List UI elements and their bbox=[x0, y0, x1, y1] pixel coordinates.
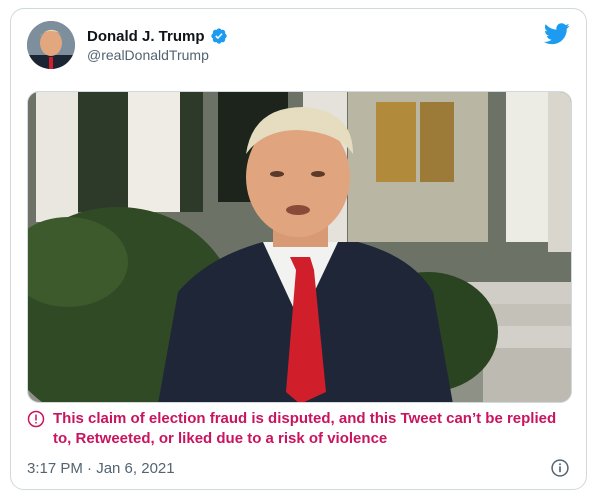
tweet-footer: 3:17 PM · Jan 6, 2021 bbox=[27, 457, 570, 479]
avatar[interactable] bbox=[27, 21, 75, 69]
twitter-bird-icon[interactable] bbox=[544, 23, 570, 45]
avatar-image bbox=[27, 21, 75, 69]
author-name[interactable]: Donald J. Trump bbox=[87, 28, 205, 45]
author-handle[interactable]: @realDonaldTrump bbox=[87, 47, 209, 63]
video-frame-image bbox=[28, 92, 571, 402]
verified-badge-icon bbox=[210, 28, 227, 44]
video-thumbnail[interactable] bbox=[27, 91, 572, 403]
info-icon[interactable] bbox=[550, 458, 570, 478]
alert-circle-icon bbox=[27, 410, 45, 428]
disputed-claim-notice[interactable]: This claim of election fraud is disputed… bbox=[27, 409, 567, 449]
author-name-row: Donald J. Trump bbox=[87, 27, 228, 45]
tweet-card: Donald J. Trump @realDonaldTrump This cl… bbox=[10, 8, 587, 490]
tweet-timestamp[interactable]: 3:17 PM · Jan 6, 2021 bbox=[27, 460, 175, 477]
notice-text: This claim of election fraud is disputed… bbox=[53, 410, 557, 447]
